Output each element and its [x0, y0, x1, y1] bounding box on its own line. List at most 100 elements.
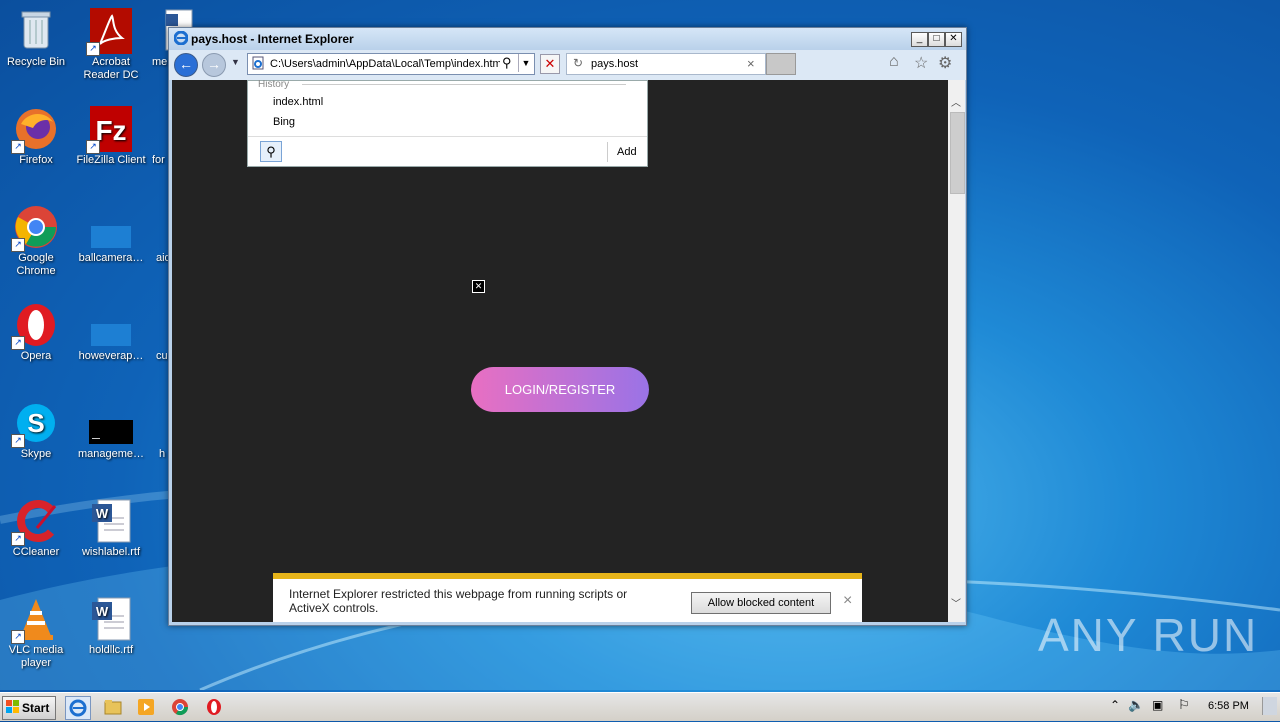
tab-pays-host[interactable]: ↻ pays.host × — [566, 53, 766, 75]
word-document-icon: W — [88, 498, 134, 544]
desktop-icon-skype[interactable]: S ↗ Skype — [0, 400, 74, 461]
allow-blocked-content-button[interactable]: Allow blocked content — [691, 592, 831, 614]
desktop-icon-cu[interactable]: cu — [148, 302, 170, 363]
desktop-icon-howeverap[interactable]: howeverap… — [73, 302, 149, 363]
svg-text:W: W — [96, 506, 109, 521]
scroll-thumb[interactable] — [950, 112, 965, 194]
desktop-icon-for[interactable]: for — [148, 106, 170, 167]
title-bar[interactable]: pays.host - Internet Explorer _ □ ✕ — [169, 28, 966, 50]
desktop-icon-label: ballcamera… — [78, 252, 144, 264]
shortcut-arrow-icon: ↗ — [11, 336, 25, 350]
desktop-icon-manageme[interactable]: manageme… — [73, 400, 149, 461]
recycle-bin-icon — [13, 8, 59, 54]
file-icon — [148, 400, 170, 446]
scroll-down-icon[interactable]: ﹀ — [951, 595, 961, 610]
file-icon — [148, 302, 170, 348]
windows-logo-icon — [6, 700, 20, 714]
loading-spinner-icon: ↻ — [573, 56, 584, 70]
close-window-button[interactable]: ✕ — [945, 32, 962, 47]
taskbar-media-player-icon[interactable] — [134, 696, 158, 718]
minimize-button[interactable]: _ — [911, 32, 928, 47]
action-center-flag-icon[interactable]: ⚐ — [1178, 697, 1190, 713]
vertical-scrollbar[interactable]: ︿ ﹀ — [948, 80, 965, 622]
desktop-icon-label: Firefox — [19, 154, 53, 166]
address-dropdown-icon[interactable]: ▼ — [518, 54, 533, 72]
desktop-icon-firefox[interactable]: ↗ Firefox — [0, 106, 74, 167]
desktop-icon-label: aid — [156, 252, 170, 264]
new-tab-button[interactable] — [766, 53, 796, 75]
divider — [248, 136, 647, 137]
acrobat-icon: ↗ — [86, 8, 134, 56]
shortcut-arrow-icon: ↗ — [86, 42, 100, 56]
favorites-star-icon[interactable]: ☆ — [914, 53, 928, 73]
scroll-up-icon[interactable]: ︿ — [951, 94, 961, 109]
address-input[interactable] — [270, 56, 500, 71]
desktop-icon-h[interactable]: h — [148, 400, 170, 461]
maximize-button[interactable]: □ — [928, 32, 945, 47]
network-icon[interactable]: ▣ — [1152, 698, 1163, 712]
desktop-icon-label: cu — [156, 350, 168, 362]
desktop-icon-acrobat-reader[interactable]: ↗ Acrobat Reader DC — [73, 8, 149, 82]
desktop-icon-recycle-bin[interactable]: Recycle Bin — [0, 8, 74, 69]
desktop-icon-holdllc-rtf[interactable]: W holdllc.rtf — [73, 596, 149, 657]
add-provider-button[interactable]: Add — [617, 146, 637, 158]
opera-icon: ↗ — [11, 302, 59, 350]
blank-file-icon — [88, 302, 134, 348]
anyrun-watermark: ANY RUN — [1038, 609, 1259, 661]
desktop-icon-filezilla[interactable]: Fz ↗ FileZilla Client — [73, 106, 149, 167]
taskbar: Start ⌃ 🔈 ▣ ⚐ 6:58 PM — [0, 692, 1280, 721]
shortcut-arrow-icon: ↗ — [86, 140, 100, 154]
desktop-icon-aid[interactable]: aid — [148, 204, 170, 265]
taskbar-ie-icon[interactable] — [65, 696, 91, 720]
settings-gear-icon[interactable]: ⚙ — [938, 53, 952, 73]
back-arrow-icon[interactable]: ← — [174, 53, 198, 77]
history-item-index-html[interactable]: index.html — [273, 96, 323, 108]
taskbar-opera-icon[interactable] — [202, 696, 226, 718]
broken-image-icon: ✕ — [472, 280, 485, 293]
tray-expand-icon[interactable]: ⌃ — [1110, 698, 1120, 712]
search-provider-icon[interactable]: ⚲ — [260, 141, 282, 162]
forward-arrow-icon[interactable]: → — [202, 53, 226, 77]
shortcut-arrow-icon: ↗ — [11, 532, 25, 546]
login-register-button[interactable]: LOGIN/REGISTER — [471, 367, 649, 412]
taskbar-chrome-icon[interactable] — [168, 696, 192, 718]
desktop-icon-vlc-media-player[interactable]: ↗ VLC media player — [0, 596, 74, 670]
desktop-icon-label: h — [159, 448, 166, 460]
address-bar[interactable]: ⚲ ▼ — [247, 53, 535, 75]
shortcut-arrow-icon: ↗ — [11, 434, 25, 448]
desktop-icon-label: FileZilla Client — [76, 154, 146, 166]
desktop-icon-label: howeverap… — [78, 350, 144, 362]
start-button[interactable]: Start — [2, 696, 56, 720]
notification-message: Internet Explorer restricted this webpag… — [289, 587, 628, 615]
search-icon[interactable]: ⚲ — [502, 55, 512, 71]
desktop-icon-ballcamera[interactable]: ballcamera… — [73, 204, 149, 265]
desktop-icon-google-chrome[interactable]: ↗ Google Chrome — [0, 204, 74, 278]
history-dropdown-icon[interactable]: ▼ — [231, 57, 240, 67]
taskbar-explorer-icon[interactable] — [101, 696, 125, 718]
svg-text:S: S — [27, 408, 44, 438]
firefox-icon: ↗ — [11, 106, 59, 154]
clock[interactable]: 6:58 PM — [1208, 700, 1249, 712]
tab-close-button[interactable]: × — [747, 56, 755, 71]
desktop-icon-wishlabel-rtf[interactable]: W wishlabel.rtf — [73, 498, 149, 559]
stop-icon[interactable]: ✕ — [540, 54, 560, 74]
notification-close-button[interactable]: × — [843, 592, 852, 610]
history-item-bing[interactable]: Bing — [273, 116, 295, 128]
shortcut-arrow-icon: ↗ — [11, 140, 25, 154]
volume-icon[interactable]: 🔈 — [1128, 697, 1144, 713]
desktop-icon-label: VLC media player — [8, 644, 64, 669]
desktop-icon-ccleaner[interactable]: ↗ CCleaner — [0, 498, 74, 559]
chrome-icon: ↗ — [11, 204, 59, 252]
navigation-bar: ← → ▼ ⚲ ▼ ✕ ↻ pays.host × ⌂ ☆ ⚙ — [169, 50, 966, 80]
divider — [302, 84, 626, 85]
file-icon — [148, 106, 170, 152]
home-icon[interactable]: ⌂ — [889, 53, 899, 71]
desktop-icon-label: for — [152, 154, 165, 166]
desktop-icon-label: holdllc.rtf — [88, 644, 134, 656]
desktop-icon-label: CCleaner — [12, 546, 60, 558]
address-suggestions-dropdown: History index.html Bing ⚲ Add — [247, 80, 648, 167]
ccleaner-icon: ↗ — [11, 498, 59, 546]
show-desktop-button[interactable] — [1262, 697, 1277, 715]
desktop-icon-opera[interactable]: ↗ Opera — [0, 302, 74, 363]
desktop-icon-label: manageme… — [77, 448, 145, 460]
